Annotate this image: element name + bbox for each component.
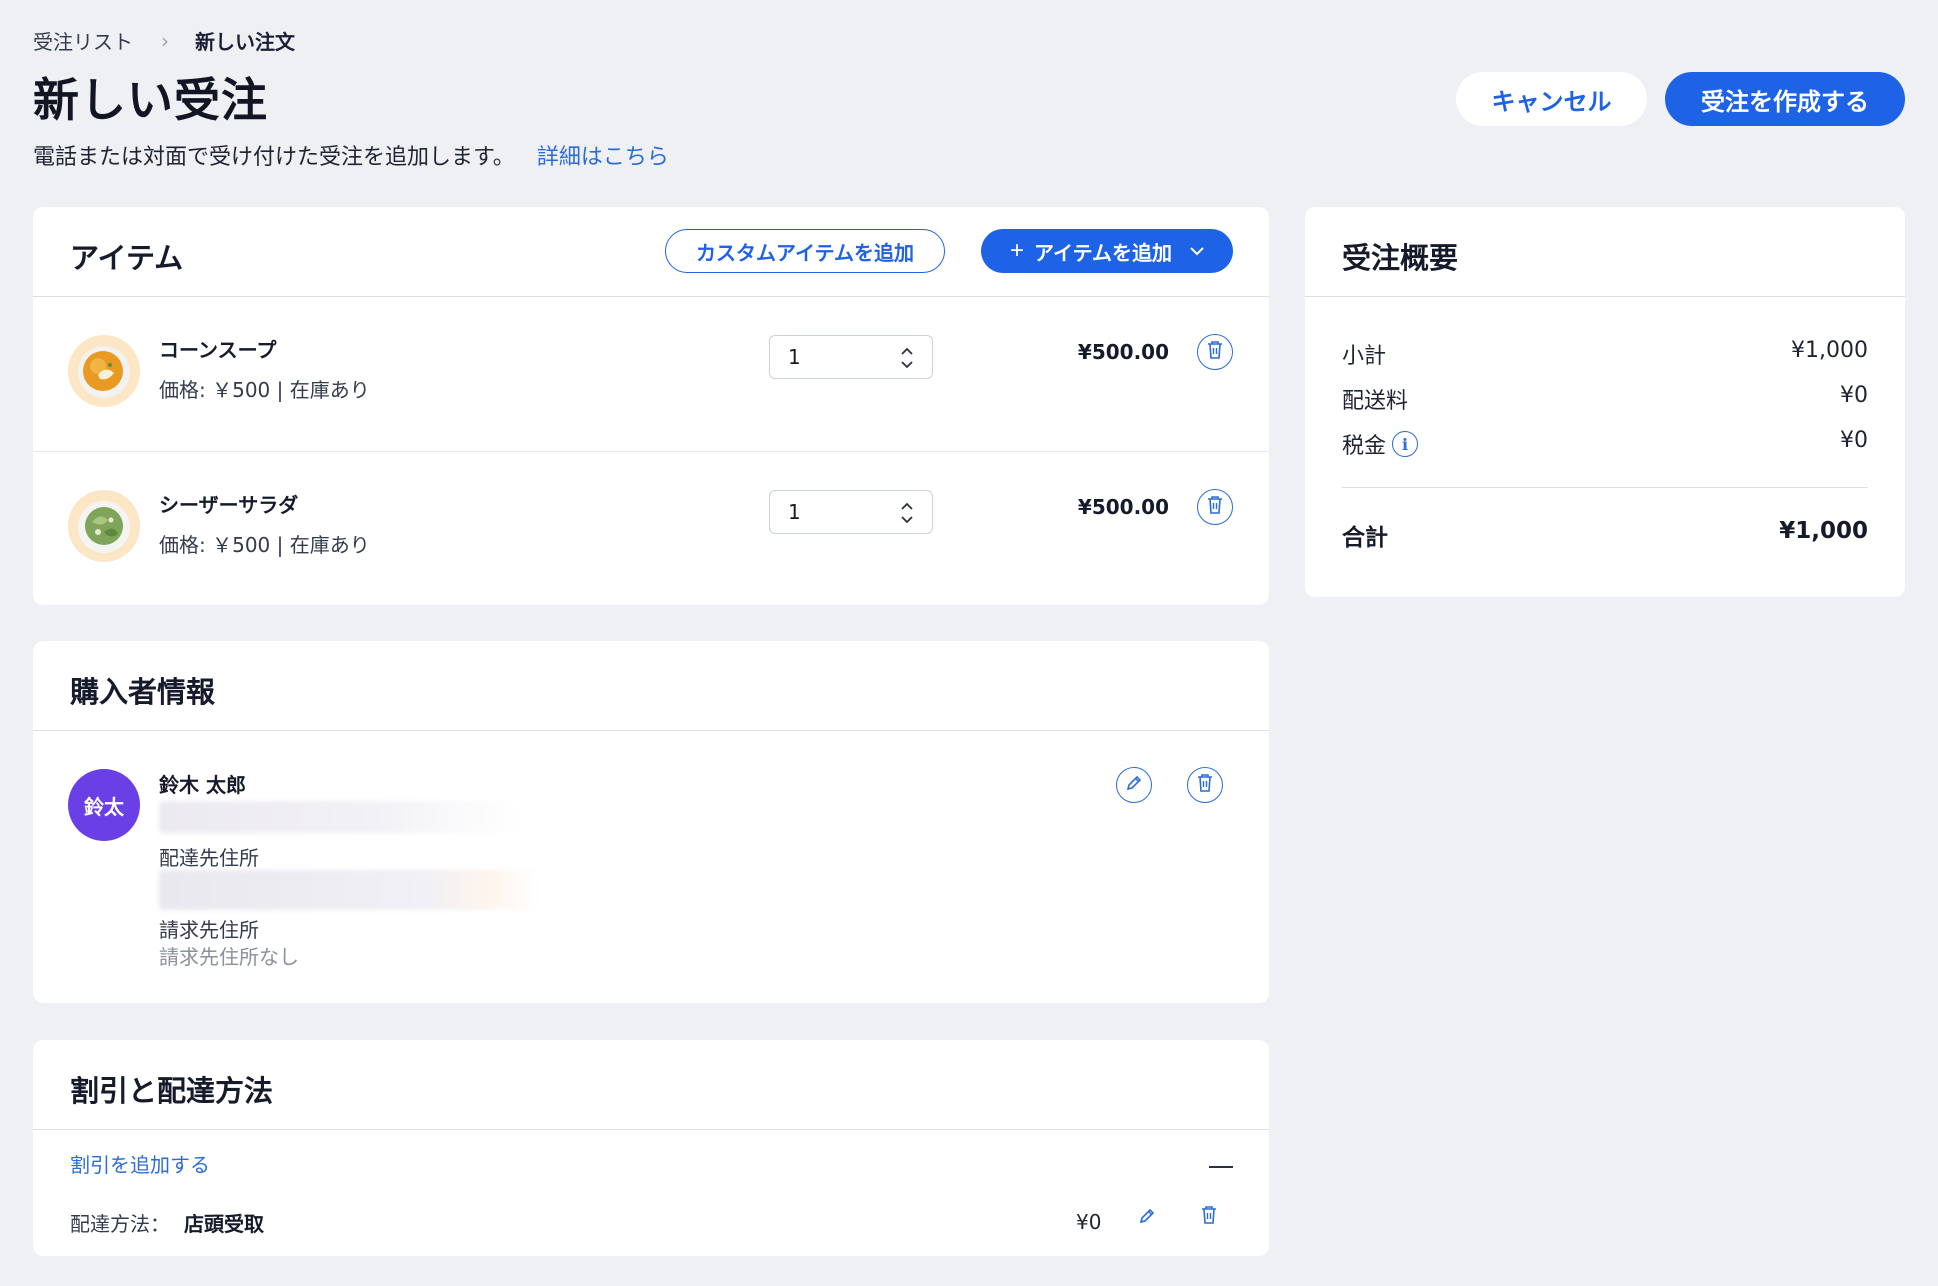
pencil-icon (1138, 1207, 1156, 1229)
buyer-info-card: 購入者情報 鈴太 鈴木 太郎 配達先住所 請求先住所 請求先住所なし (33, 641, 1269, 1003)
tax-label: 税金 (1342, 434, 1387, 459)
delete-item-button[interactable] (1197, 489, 1233, 525)
delivery-method-value: 店頭受取 (184, 1212, 264, 1236)
subtitle-text: 電話または対面で受け付けた受注を追加します。 (33, 145, 515, 170)
shipping-fee-label: 配送料 (1342, 389, 1409, 414)
delivery-method-label: 配達方法： (70, 1212, 170, 1236)
delete-item-button[interactable] (1197, 334, 1233, 370)
info-icon[interactable]: i (1392, 431, 1419, 457)
redacted-shipping-address (159, 870, 539, 910)
quantity-value: 1 (788, 500, 801, 524)
delivery-price: ¥0 (1076, 1210, 1102, 1234)
items-card: アイテム カスタムアイテムを追加 + アイテムを追加 コーンスープ 価格: ￥5… (33, 207, 1269, 605)
learn-more-link[interactable]: 詳細はこちら (537, 145, 669, 170)
discount-delivery-card: 割引と配達方法 割引を追加する 配達方法： 店頭受取 ¥0 (33, 1040, 1269, 1256)
billing-address-label: 請求先住所 (159, 918, 259, 942)
total-label: 合計 (1342, 525, 1388, 551)
pencil-icon (1125, 774, 1143, 796)
breadcrumb-current: 新しい注文 (195, 30, 295, 54)
billing-address-empty: 請求先住所なし (159, 945, 299, 969)
create-order-button[interactable]: 受注を作成する (1665, 72, 1905, 126)
shipping-address-label: 配達先住所 (159, 846, 259, 870)
shipping-fee-value: ¥0 (1840, 383, 1868, 408)
item-meta: 価格: ￥500 | 在庫あり (159, 533, 370, 557)
item-row: シーザーサラダ 価格: ￥500 | 在庫あり 1 ¥500.00 (33, 453, 1269, 607)
page-title: 新しい受注 (33, 73, 268, 127)
item-price: ¥500.00 (1077, 495, 1169, 519)
tax-value: ¥0 (1840, 428, 1868, 453)
breadcrumb-separator: › (161, 28, 169, 53)
item-meta: 価格: ￥500 | 在庫あり (159, 378, 370, 402)
total-row: 合計 ¥1,000 (1342, 518, 1868, 552)
shipping-fee-row: 配送料 ¥0 (1342, 383, 1868, 415)
item-name: シーザーサラダ (159, 493, 299, 517)
discount-card-title: 割引と配達方法 (70, 1074, 274, 1108)
add-item-label: アイテムを追加 (1034, 242, 1172, 265)
trash-icon (1206, 495, 1224, 519)
chevron-down-icon (1190, 243, 1204, 259)
order-summary-card: 受注概要 小計 ¥1,000 配送料 ¥0 税金 i ¥0 合計 ¥1,000 (1305, 207, 1905, 597)
subtotal-value: ¥1,000 (1791, 338, 1868, 363)
edit-buyer-button[interactable] (1116, 767, 1152, 803)
page-subtitle: 電話または対面で受け付けた受注を追加します。 詳細はこちら (33, 139, 669, 171)
stepper-arrows-icon[interactable] (900, 499, 914, 527)
summary-divider (1342, 487, 1868, 488)
trash-icon (1206, 340, 1224, 364)
add-discount-link[interactable]: 割引を追加する (70, 1149, 210, 1178)
quantity-stepper[interactable]: 1 (769, 490, 933, 534)
items-card-header: アイテム カスタムアイテムを追加 + アイテムを追加 (33, 207, 1269, 297)
item-name: コーンスープ (159, 338, 277, 362)
buyer-name: 鈴木 太郎 (159, 773, 246, 797)
add-item-button[interactable]: + アイテムを追加 (981, 229, 1233, 273)
buyer-card-title: 購入者情報 (70, 675, 216, 709)
buyer-card-header: 購入者情報 (33, 641, 1269, 731)
delivery-method: 配達方法： 店頭受取 (70, 1208, 264, 1237)
items-card-title: アイテム (70, 241, 184, 275)
corn-soup-thumbnail-icon (68, 335, 140, 407)
delete-delivery-button[interactable] (1196, 1204, 1222, 1230)
breadcrumb-order-list-link[interactable]: 受注リスト (33, 26, 133, 55)
stepper-arrows-icon[interactable] (900, 344, 914, 372)
summary-card-title: 受注概要 (1342, 241, 1459, 275)
collapse-icon[interactable] (1209, 1166, 1233, 1168)
trash-icon (1200, 1205, 1218, 1229)
total-value: ¥1,000 (1779, 518, 1868, 544)
tax-label-group: 税金 i (1342, 428, 1419, 460)
summary-card-header: 受注概要 (1305, 207, 1905, 297)
delete-buyer-button[interactable] (1187, 767, 1223, 803)
avatar: 鈴太 (68, 769, 140, 841)
subtotal-label: 小計 (1342, 344, 1387, 369)
edit-delivery-button[interactable] (1134, 1205, 1160, 1231)
redacted-contact-info (159, 801, 519, 833)
breadcrumb: 受注リスト › 新しい注文 (33, 26, 295, 55)
quantity-value: 1 (788, 345, 801, 369)
subtotal-row: 小計 ¥1,000 (1342, 338, 1868, 370)
discount-card-header: 割引と配達方法 (33, 1040, 1269, 1130)
caesar-salad-thumbnail-icon (68, 490, 140, 562)
cancel-button[interactable]: キャンセル (1456, 72, 1647, 126)
tax-row: 税金 i ¥0 (1342, 428, 1868, 460)
trash-icon (1196, 773, 1214, 797)
plus-icon: + (1009, 237, 1024, 264)
item-price: ¥500.00 (1077, 340, 1169, 364)
item-row: コーンスープ 価格: ￥500 | 在庫あり 1 ¥500.00 (33, 298, 1269, 452)
add-custom-item-button[interactable]: カスタムアイテムを追加 (665, 229, 945, 273)
quantity-stepper[interactable]: 1 (769, 335, 933, 379)
